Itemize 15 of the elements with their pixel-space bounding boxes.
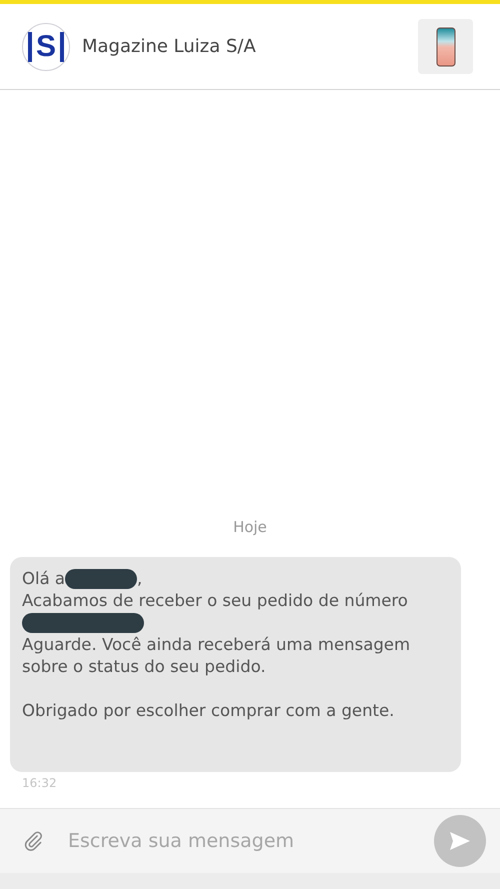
date-divider: Hoje [233, 518, 267, 536]
send-icon [449, 831, 471, 851]
message-text: Olá a [22, 568, 66, 590]
message-time: 16:32 [22, 776, 58, 790]
store-name: Magazine Luiza S/A [82, 36, 257, 57]
message-text: Aguarde. Você ainda receberá uma mensagem sobre o status do seu pedido. [22, 634, 412, 678]
phone-icon [436, 26, 456, 66]
store-logo: S [22, 22, 70, 70]
message-text: Acabamos de receber o seu pedido de número [22, 590, 409, 612]
send-button[interactable] [434, 815, 486, 867]
message-composer[interactable]: Escreva sua mensagem [0, 808, 500, 873]
message-text: Obrigado por escolher comprar com a gente. [22, 700, 396, 722]
message-text: , [137, 568, 142, 590]
paperclip-icon[interactable] [22, 830, 44, 852]
product-thumbnail-button[interactable] [418, 19, 473, 74]
